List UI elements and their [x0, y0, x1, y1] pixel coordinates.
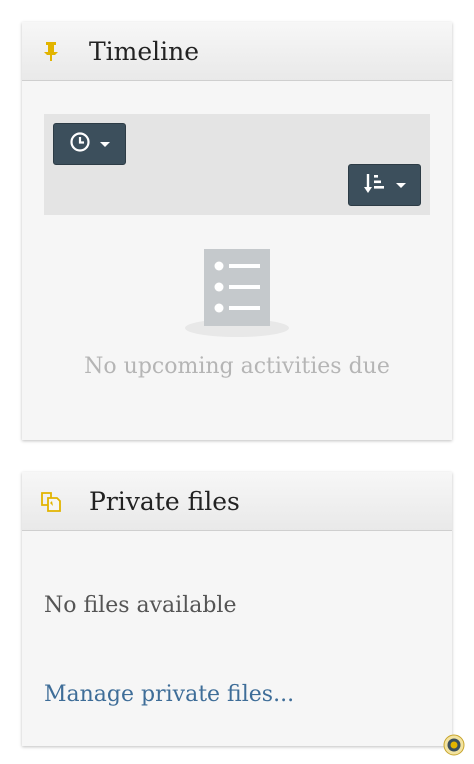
chevron-down-icon [100, 141, 110, 147]
no-files-message: No files available [44, 593, 237, 618]
pin-icon [40, 40, 62, 62]
sort-button[interactable] [348, 164, 421, 206]
timeline-header: Timeline [22, 22, 452, 81]
clock-icon [69, 131, 91, 157]
files-icon [40, 490, 62, 512]
timeline-title: Timeline [89, 37, 200, 66]
private-files-title: Private files [89, 487, 240, 516]
manage-private-files-link[interactable]: Manage private files... [44, 682, 294, 707]
private-files-block: Private files No files available Manage … [22, 472, 452, 746]
empty-activities-illustration [184, 247, 290, 339]
timeline-block: Timeline No upcoming activities due [22, 22, 452, 440]
empty-activities-message: No upcoming activities due [84, 354, 390, 379]
time-filter-button[interactable] [53, 123, 126, 165]
private-files-header: Private files [22, 472, 452, 531]
sort-icon [363, 171, 387, 199]
chevron-down-icon [396, 182, 406, 188]
timeline-toolbar [44, 114, 430, 215]
help-badge-icon[interactable] [443, 734, 465, 756]
